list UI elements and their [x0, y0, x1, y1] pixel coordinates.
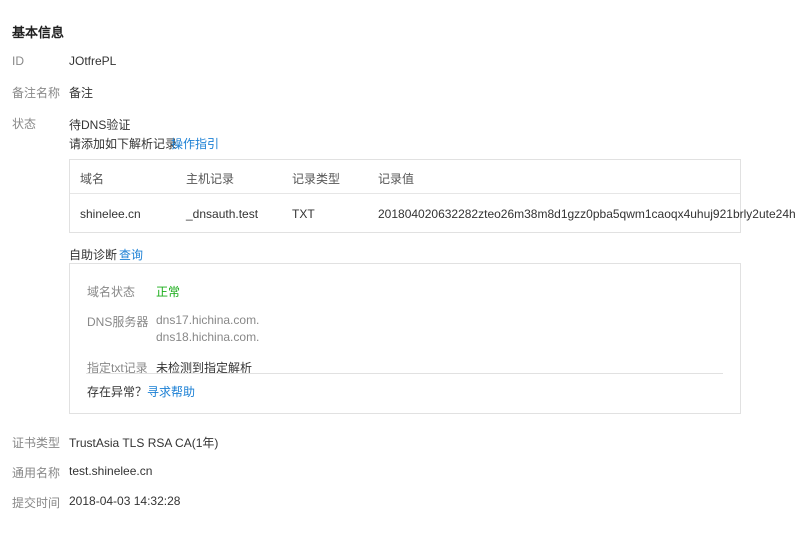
cert-type-label: 证书类型 — [12, 436, 61, 450]
dns-server-1: dns17.hichina.com. — [156, 313, 260, 327]
table-cell-record-type: TXT — [292, 207, 315, 221]
common-name-value: test.shinelee.cn — [69, 464, 153, 478]
column-header-host-record: 主机记录 — [186, 172, 235, 186]
add-record-text: 请添加如下解析记录 — [69, 137, 178, 151]
domain-status-label: 域名状态 — [87, 285, 136, 299]
submit-time-value: 2018-04-03 14:32:28 — [69, 494, 181, 508]
id-label: ID — [12, 54, 24, 68]
domain-status-value: 正常 — [156, 285, 181, 299]
divider — [86, 373, 723, 374]
cert-type-value: TrustAsia TLS RSA CA(1年) — [69, 436, 219, 450]
column-header-record-type: 记录类型 — [292, 172, 341, 186]
seek-help-link[interactable]: 寻求帮助 — [147, 383, 195, 400]
table-cell-host-record: _dnsauth.test — [186, 207, 259, 221]
query-link[interactable]: 查询 — [119, 246, 143, 263]
diagnosis-panel: 域名状态 正常 DNS服务器 dns17.hichina.com. dns18.… — [69, 263, 741, 414]
anomaly-text: 存在异常？ — [87, 385, 148, 399]
id-value: JOtfrePL — [69, 54, 117, 68]
column-header-domain: 域名 — [80, 172, 105, 186]
section-title: 基本信息 — [12, 25, 65, 40]
status-label: 状态 — [12, 117, 37, 131]
remark-label: 备注名称 — [12, 86, 61, 100]
common-name-label: 通用名称 — [12, 466, 61, 480]
dns-record-table: 域名 主机记录 记录类型 记录值 shinelee.cn _dnsauth.te… — [69, 159, 796, 233]
operation-guide-link[interactable]: 操作指引 — [171, 135, 219, 152]
dns-server-label: DNS服务器 — [87, 315, 149, 329]
submit-time-label: 提交时间 — [12, 496, 61, 510]
remark-value: 备注 — [69, 86, 94, 100]
self-diagnosis-label: 自助诊断 — [69, 248, 118, 262]
table-cell-domain: shinelee.cn — [80, 207, 141, 221]
column-header-record-value: 记录值 — [378, 172, 415, 186]
table-cell-record-value: 201804020632282zteo26m38m8d1gzz0pba5qwm1… — [378, 207, 796, 221]
status-value: 待DNS验证 — [69, 118, 131, 132]
dns-server-2: dns18.hichina.com. — [156, 330, 260, 344]
